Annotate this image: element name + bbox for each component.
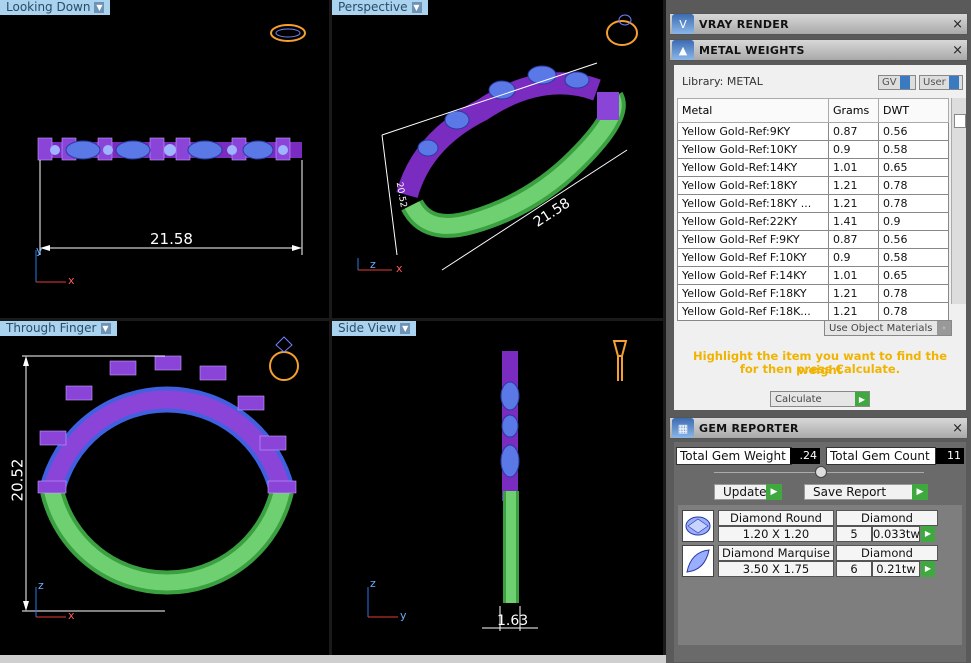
chevron-down-icon[interactable]: ▼: [100, 323, 111, 334]
list-item[interactable]: Diamond Round Diamond 1.20 X 1.20 5 0.03…: [682, 510, 960, 544]
column-header-dwt[interactable]: DWT: [878, 98, 949, 123]
column-header-grams[interactable]: Grams: [828, 98, 879, 123]
viewport-side-view[interactable]: Side View ▼ 1.63 z y: [332, 321, 663, 655]
axis-x-label: x: [68, 274, 75, 287]
axis-z-label: z: [370, 258, 376, 271]
gem-type: Diamond: [836, 510, 938, 526]
right-panel: V VRAY RENDER × ▲ METAL WEIGHTS × Librar…: [666, 0, 971, 663]
toggle-knob: [948, 76, 959, 89]
axis-z-label: z: [370, 577, 376, 590]
instruction-text-line2: for then press Calculate.: [739, 362, 901, 376]
gem-detail-button[interactable]: ▶: [921, 561, 935, 577]
axis-z-label: z: [38, 579, 44, 592]
gem-weight: 0.033tw: [872, 526, 920, 542]
vray-icon: V: [672, 14, 694, 34]
ring-side-view-drawing: [367, 340, 628, 631]
axis-y-label: y: [400, 609, 407, 622]
user-toggle[interactable]: User: [919, 75, 963, 90]
metal-weights-header[interactable]: ▲ METAL WEIGHTS ×: [669, 39, 968, 61]
gem-weight: 0.21tw: [872, 561, 920, 577]
calculate-button[interactable]: Calculate ▶: [770, 391, 870, 407]
chevron-down-icon[interactable]: ▼: [411, 2, 422, 13]
total-gem-weight-label: Total Gem Weight: [676, 447, 792, 465]
viewport-perspective[interactable]: Perspective ▼ 21.58 20.52 z x: [332, 0, 663, 318]
axis-x-label: x: [396, 262, 403, 275]
viewport-label-side-view[interactable]: Side View ▼: [332, 321, 417, 336]
table-row[interactable]: Yellow Gold-Ref:14KY 1.01 0.65: [677, 158, 949, 177]
scrollbar-thumb[interactable]: [954, 114, 966, 128]
viewport-looking-down[interactable]: Looking Down ▼ 21.58 y x: [0, 0, 329, 318]
total-gem-count-value: 11: [936, 448, 964, 464]
column-header-metal[interactable]: Metal: [677, 98, 829, 123]
gem-list: Diamond Round Diamond 1.20 X 1.20 5 0.03…: [678, 505, 962, 645]
marquise-diamond-icon: [682, 545, 714, 577]
gem-detail-button[interactable]: ▶: [921, 526, 935, 542]
table-row[interactable]: Yellow Gold-Ref:10KY 0.9 0.58: [677, 140, 949, 159]
report-icon: ▦: [672, 418, 694, 438]
play-icon: ▶: [766, 484, 782, 500]
table-row[interactable]: Yellow Gold-Ref:22KY 1.41 0.9: [677, 212, 949, 231]
gem-size: 3.50 X 1.75: [718, 561, 834, 577]
gv-toggle[interactable]: GV: [878, 75, 916, 90]
save-report-button[interactable]: Save Report ▶: [804, 484, 928, 500]
gem-reporter-section: Total Gem Weight .24 Total Gem Count 11 …: [674, 442, 966, 662]
gem-name: Diamond Marquise: [718, 545, 834, 561]
round-diamond-icon: [682, 510, 714, 542]
toggle-knob: ◦: [937, 321, 951, 335]
viewport-label-looking-down[interactable]: Looking Down ▼: [0, 0, 111, 15]
close-icon[interactable]: ×: [952, 17, 963, 32]
table-row[interactable]: Yellow Gold-Ref F:9KY 0.87 0.56: [677, 230, 949, 249]
gem-size: 1.20 X 1.20: [718, 526, 834, 542]
table-row[interactable]: Yellow Gold-Ref:9KY 0.87 0.56: [677, 122, 949, 141]
dimension-label: 20.52: [8, 458, 27, 502]
viewport-through-finger[interactable]: Through Finger ▼ 20.52 z x: [0, 321, 329, 655]
list-item[interactable]: Diamond Marquise Diamond 3.50 X 1.75 6 0…: [682, 545, 960, 579]
ring-top-view-drawing: [35, 24, 306, 283]
flask-icon: ▲: [672, 40, 694, 60]
chevron-down-icon[interactable]: ▼: [400, 323, 411, 334]
toggle-knob: [899, 76, 910, 89]
table-row[interactable]: Yellow Gold-Ref F:18KY 1.21 0.78: [677, 284, 949, 303]
library-label: Library: METAL: [682, 75, 763, 88]
total-gem-weight-value: .24: [790, 448, 820, 464]
total-gem-count-label: Total Gem Count: [826, 447, 936, 465]
table-scrollbar[interactable]: [951, 98, 966, 304]
gem-name: Diamond Round: [718, 510, 834, 526]
ring-perspective-drawing: [357, 14, 638, 271]
update-button[interactable]: Update ▶: [714, 484, 782, 500]
ring-front-view-drawing: [22, 336, 299, 618]
status-strip: [0, 655, 666, 663]
close-icon[interactable]: ×: [952, 43, 963, 58]
close-icon[interactable]: ×: [952, 421, 963, 436]
splitter-knob-icon[interactable]: [815, 466, 827, 478]
viewport-label-perspective[interactable]: Perspective ▼: [332, 0, 428, 15]
gem-count: 5: [836, 526, 872, 542]
gem-type: Diamond: [836, 545, 938, 561]
table-row[interactable]: Yellow Gold-Ref F:14KY 1.01 0.65: [677, 266, 949, 285]
play-icon: ▶: [855, 392, 869, 406]
chevron-down-icon[interactable]: ▼: [94, 2, 105, 13]
dimension-label: 1.63: [497, 613, 529, 629]
gem-count: 6: [836, 561, 872, 577]
table-row[interactable]: Yellow Gold-Ref:18KY ... 1.21 0.78: [677, 194, 949, 213]
axis-x-label: x: [68, 609, 75, 622]
dimension-label: 21.58: [150, 230, 193, 248]
vray-render-header[interactable]: V VRAY RENDER ×: [669, 13, 968, 35]
table-row[interactable]: Yellow Gold-Ref F:10KY 0.9 0.58: [677, 248, 949, 267]
axis-y-label: y: [36, 244, 43, 257]
viewport-label-through-finger[interactable]: Through Finger ▼: [0, 321, 117, 336]
table-row[interactable]: Yellow Gold-Ref F:18K... 1.21 0.78: [677, 302, 949, 321]
table-row[interactable]: Yellow Gold-Ref:18KY 1.21 0.78: [677, 176, 949, 195]
metal-weights-section: Library: METAL GV User Metal Grams DWT Y…: [674, 65, 966, 410]
metal-table: Metal Grams DWT Yellow Gold-Ref:9KY 0.87 0…: [677, 98, 949, 321]
gem-reporter-header[interactable]: ▦ GEM REPORTER ×: [669, 417, 968, 439]
play-icon: ▶: [912, 484, 928, 500]
use-object-materials-toggle[interactable]: Use Object Materials ◦: [824, 320, 952, 336]
